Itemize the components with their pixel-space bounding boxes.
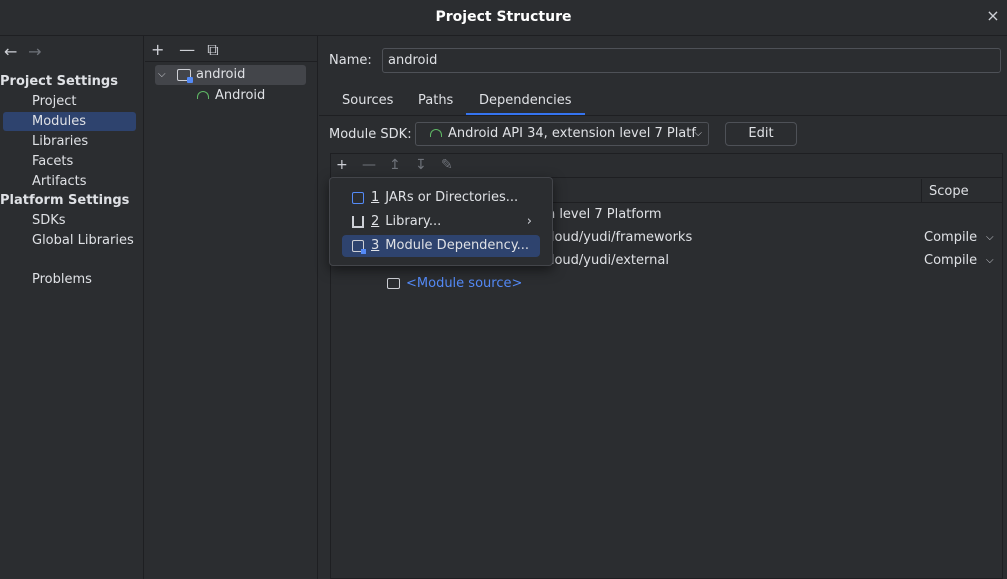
android-icon — [430, 129, 442, 137]
settings-sidebar: ← → Project Settings Project Modules Lib… — [0, 36, 144, 579]
module-tree-toolbar: + — ⧉ — [151, 40, 231, 60]
library-icon — [352, 216, 364, 228]
close-icon[interactable]: × — [985, 8, 1001, 24]
project-settings-header: Project Settings — [0, 74, 118, 89]
scope-column-header[interactable]: Scope — [929, 184, 969, 199]
chevron-down-icon[interactable]: ⌵ — [986, 226, 994, 249]
module-sdk-select[interactable]: Android API 34, extension level 7 Platf … — [415, 122, 709, 146]
table-row[interactable]: <Module source> — [331, 272, 1002, 295]
tab-sources[interactable]: Sources — [342, 89, 393, 115]
module-tree-panel: + — ⧉ ⌵ android Android — [145, 36, 318, 579]
menu-item-jars-or-directories[interactable]: 1 JARs or Directories... — [342, 187, 540, 209]
add-icon[interactable]: + — [336, 157, 348, 173]
menu-item-number: 1 — [371, 190, 380, 205]
name-label: Name: — [329, 53, 372, 68]
back-arrow-icon[interactable]: ← — [4, 42, 24, 61]
edit-icon[interactable]: ✎ — [441, 157, 453, 173]
module-sdk-value: Android API 34, extension level 7 Platf — [448, 126, 696, 141]
copy-icon[interactable]: ⧉ — [207, 40, 231, 60]
forward-arrow-icon[interactable]: → — [28, 42, 48, 61]
chevron-right-icon: › — [526, 214, 532, 229]
scope-value[interactable]: Compile — [924, 226, 977, 249]
menu-item-label: Library... — [385, 214, 442, 229]
module-sdk-label: Module SDK: — [329, 127, 412, 142]
chevron-down-icon[interactable]: ⌵ — [986, 249, 994, 272]
tree-node-facet[interactable]: Android — [197, 86, 265, 106]
window-title: Project Structure — [435, 9, 572, 25]
dependencies-toolbar: + — ↥ ↧ ✎ — [331, 154, 1002, 178]
add-dependency-popup: 1 JARs or Directories... 2 Library... › 3M… — [329, 177, 553, 266]
dependency-name: on level 7 Platform — [539, 207, 662, 222]
sidebar-item-modules[interactable]: Modules — [3, 112, 136, 131]
tree-node-label: android — [196, 67, 246, 82]
chevron-down-icon[interactable]: ⌵ — [158, 65, 166, 85]
remove-icon[interactable]: — — [362, 157, 376, 173]
move-down-icon[interactable]: ↧ — [415, 157, 427, 173]
add-icon[interactable]: + — [151, 40, 175, 59]
module-details-panel: Name: Sources Paths Dependencies Module … — [319, 36, 1007, 579]
menu-item-module-dependency[interactable]: 3 Module Dependency... — [342, 235, 540, 257]
divider — [319, 115, 1007, 116]
dependency-name: <Module source> — [406, 276, 523, 291]
jar-icon — [352, 192, 364, 204]
dependency-name: -cloud/yudi/frameworks — [539, 230, 693, 245]
module-icon — [352, 240, 366, 254]
divider — [145, 61, 318, 62]
sidebar-item-problems[interactable]: Problems — [3, 270, 136, 289]
menu-item-library[interactable]: 2 Library... › — [342, 211, 540, 233]
module-folder-icon — [177, 69, 193, 83]
menu-item-label: Module Dependency... — [385, 238, 530, 253]
sidebar-item-project[interactable]: Project — [3, 92, 136, 111]
menu-item-label: JARs or Directories... — [385, 190, 519, 205]
menu-item-number: 3 — [371, 238, 380, 253]
sidebar-item-artifacts[interactable]: Artifacts — [3, 172, 136, 191]
menu-item-number: 2 — [371, 214, 380, 229]
sidebar-item-sdks[interactable]: SDKs — [3, 211, 136, 230]
tree-node-module[interactable]: ⌵ android — [155, 65, 306, 85]
column-divider — [921, 179, 922, 203]
android-icon — [197, 91, 209, 99]
move-up-icon[interactable]: ↥ — [389, 157, 401, 173]
remove-icon[interactable]: — — [179, 40, 203, 59]
sidebar-item-libraries[interactable]: Libraries — [3, 132, 136, 151]
scope-value[interactable]: Compile — [924, 249, 977, 272]
folder-icon — [387, 278, 400, 289]
tab-dependencies[interactable]: Dependencies — [466, 89, 585, 115]
title-bar: Project Structure × — [0, 0, 1007, 36]
dependency-name: -cloud/yudi/external — [539, 253, 669, 268]
edit-button[interactable]: Edit — [725, 122, 797, 146]
chevron-down-icon: ⌵ — [694, 128, 702, 139]
sidebar-item-global-libraries[interactable]: Global Libraries — [3, 231, 136, 250]
tab-paths[interactable]: Paths — [418, 89, 453, 115]
platform-settings-header: Platform Settings — [0, 193, 130, 208]
nav-arrows: ← → — [4, 42, 48, 62]
sidebar-item-facets[interactable]: Facets — [3, 152, 136, 171]
name-field[interactable] — [382, 48, 1001, 73]
